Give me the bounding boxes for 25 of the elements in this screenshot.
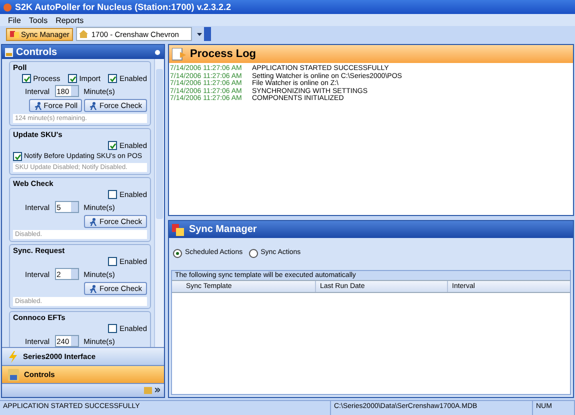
menu-item[interactable]: Reports bbox=[56, 16, 84, 24]
log-icon bbox=[172, 48, 186, 60]
house-icon bbox=[79, 30, 88, 38]
checkmark-icon bbox=[70, 76, 76, 82]
scrollbar[interactable] bbox=[154, 59, 164, 347]
runner-icon bbox=[34, 102, 42, 110]
checkmark-icon bbox=[110, 142, 116, 148]
menu-item[interactable]: Tools bbox=[28, 16, 48, 24]
chevron-icon bbox=[155, 387, 160, 394]
panel-header: Sync Manager bbox=[169, 221, 573, 238]
runner-icon bbox=[89, 218, 98, 226]
window-title: S2K AutoPoller for Nucleus (Station:1700) v.2.3.2.2 bbox=[15, 2, 232, 12]
lightning-icon bbox=[8, 350, 18, 362]
sync-icon bbox=[172, 224, 184, 236]
panel-header: Process Log bbox=[169, 45, 573, 63]
scroll-thumb[interactable] bbox=[156, 69, 163, 219]
checkmark-icon bbox=[14, 154, 20, 160]
panel-title: Controls bbox=[16, 46, 58, 58]
runner-icon bbox=[89, 102, 98, 110]
runner-icon bbox=[89, 284, 98, 292]
menu-item[interactable]: File bbox=[8, 16, 21, 24]
checkmark-icon bbox=[24, 76, 30, 82]
sync-icon bbox=[10, 30, 19, 38]
checkmark-icon bbox=[110, 76, 116, 82]
app-icon bbox=[3, 2, 12, 12]
